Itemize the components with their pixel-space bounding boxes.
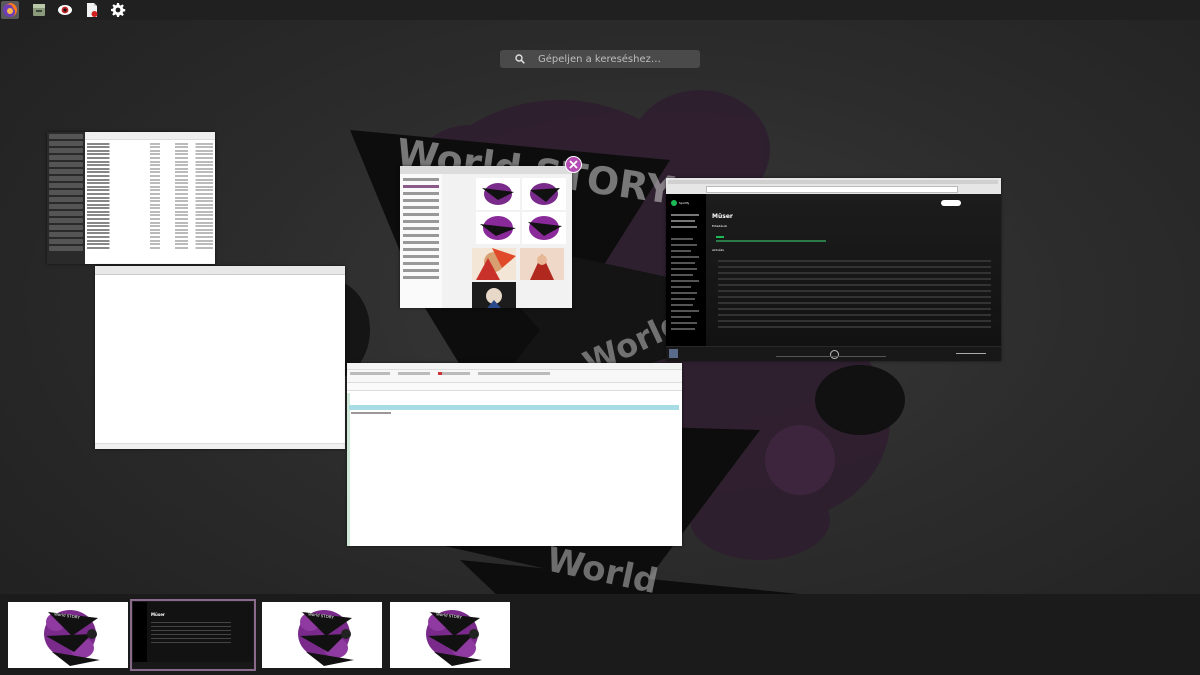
serial-monitor-table-header: [349, 405, 679, 410]
close-window-button[interactable]: [565, 156, 582, 173]
image-thumbnail[interactable]: [472, 282, 516, 308]
gear-icon[interactable]: [109, 1, 127, 19]
editor-statusbar: [95, 443, 345, 449]
spotify-page-heading: Müser: [712, 213, 733, 220]
search-box[interactable]: [500, 50, 703, 68]
window-text-editor[interactable]: [95, 266, 345, 449]
search-icon: [515, 54, 525, 64]
archive-manager-icon[interactable]: [30, 1, 48, 19]
image-grid: [442, 174, 572, 308]
image-thumbnail[interactable]: [522, 178, 566, 210]
eye-viewer-icon[interactable]: [56, 1, 74, 19]
image-thumbnail[interactable]: [520, 248, 564, 280]
editor-titlebar: [95, 266, 345, 275]
workspace-thumbnail-4[interactable]: World STORY: [390, 602, 510, 668]
file-manager-sidebar: [47, 132, 85, 264]
spotify-player-bar: [666, 346, 1001, 361]
image-viewer-sidebar: [400, 174, 443, 308]
serial-monitor-toolbar: [347, 370, 682, 383]
window-spotify[interactable]: Spotify Müser Előadások Aktuális: [666, 178, 1001, 361]
firefox-icon[interactable]: [1, 1, 19, 19]
spotify-main: Müser Előadások Aktuális: [706, 194, 1001, 347]
image-thumbnail[interactable]: [476, 212, 520, 244]
spotify-logo-text: Spotify: [679, 201, 690, 205]
image-thumbnail[interactable]: [472, 248, 516, 280]
workspace-thumbnail-3[interactable]: World STORY: [262, 602, 382, 668]
spotify-section-title: Aktuális: [712, 248, 724, 252]
workspace-label: Müser: [151, 612, 165, 617]
close-icon: [569, 160, 578, 169]
serial-monitor-filterbar: [347, 383, 682, 391]
file-list: [87, 141, 213, 250]
spotify-subheading: Előadások: [712, 224, 728, 228]
spotify-sidebar: Spotify: [666, 194, 706, 347]
workspace-thumbnail-1[interactable]: World STORY: [8, 602, 128, 668]
window-file-manager[interactable]: [47, 132, 215, 264]
image-thumbnail[interactable]: [522, 212, 566, 244]
wallpaper-thumbnail: [426, 610, 482, 666]
top-dock: [0, 0, 1200, 20]
search-input[interactable]: [530, 50, 703, 68]
file-manager-toolbar: [85, 132, 215, 140]
wallpaper-thumbnail: [298, 610, 354, 666]
serial-monitor-gutter: [347, 393, 350, 546]
browser-chrome: [666, 178, 1001, 194]
svg-text:World: World: [543, 540, 661, 602]
image-viewer-titlebar: [400, 166, 572, 174]
window-serial-monitor[interactable]: [347, 363, 682, 546]
document-viewer-icon[interactable]: [83, 1, 101, 19]
image-thumbnail[interactable]: [476, 178, 520, 210]
window-image-viewer[interactable]: [400, 166, 572, 308]
serial-monitor-menubar: [347, 363, 682, 370]
workspace-thumbnail-2[interactable]: Müser: [130, 599, 256, 671]
wallpaper-thumbnail: [44, 610, 100, 666]
